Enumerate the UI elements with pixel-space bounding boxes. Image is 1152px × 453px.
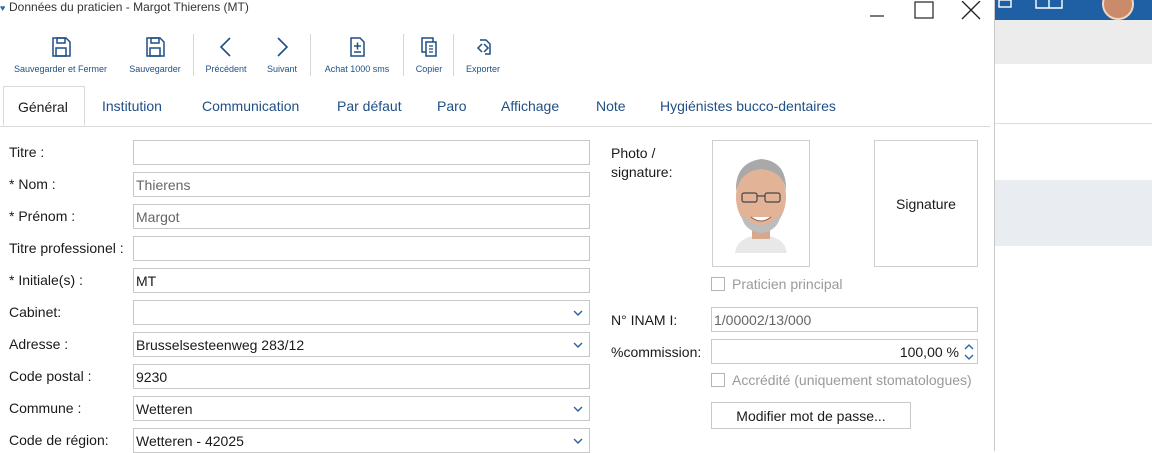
save-button[interactable]: Sauvegarder [124, 34, 186, 78]
signature-label: Signature [896, 195, 956, 212]
close-button[interactable] [948, 0, 994, 22]
toolbar: Sauvegarder et Fermer Sauvegarder Précéd… [0, 30, 994, 80]
nom-field[interactable]: Thierens [133, 172, 590, 197]
toolbar-separator [193, 34, 194, 76]
commission-spinner[interactable]: 100,00 % [711, 339, 978, 364]
save-and-close-button[interactable]: Sauvegarder et Fermer [8, 34, 113, 78]
photo-frame[interactable] [712, 140, 810, 267]
background-divider [994, 123, 1152, 124]
spinner-icon[interactable] [963, 341, 975, 363]
copy-button[interactable]: Copier [409, 34, 449, 78]
maximize-button[interactable] [901, 0, 947, 22]
prenom-label: * Prénom : [9, 208, 76, 224]
commission-label: %commission: [611, 344, 702, 360]
maximize-icon [914, 1, 934, 19]
chevron-down-icon[interactable] [572, 339, 584, 351]
code-region-value: Wetteren - 42025 [136, 432, 244, 449]
practitioner-photo [713, 141, 809, 266]
tab-hygienistes[interactable]: Hygiénistes bucco-dentaires [660, 86, 836, 126]
tab-paro[interactable]: Paro [437, 86, 467, 126]
chevron-right-icon [277, 37, 289, 57]
tab-par-defaut[interactable]: Par défaut [337, 86, 402, 126]
save-and-close-label: Sauvegarder et Fermer [13, 64, 108, 74]
tab-communication[interactable]: Communication [202, 86, 299, 126]
chevron-down-icon[interactable] [572, 307, 584, 319]
sms-document-icon [350, 37, 365, 57]
commune-label: Commune : [9, 400, 82, 416]
inami-field[interactable]: 1/00002/13/000 [711, 307, 978, 332]
chevron-down-icon[interactable] [572, 435, 584, 447]
minimize-icon [870, 15, 884, 17]
prenom-field[interactable]: Margot [133, 204, 590, 229]
tab-bar: Général Institution Communication Par dé… [0, 86, 990, 127]
nom-label: * Nom : [9, 176, 56, 192]
accredite-row[interactable]: Accrédité (uniquement stomatologues) [711, 372, 972, 388]
close-icon [961, 1, 981, 20]
export-icon [476, 39, 491, 55]
toolbar-separator [310, 34, 311, 76]
app-icon: ♥ [0, 3, 6, 13]
background-selected-row [994, 180, 1152, 246]
commune-select[interactable]: Wetteren [133, 396, 590, 421]
buy-sms-button[interactable]: Achat 1000 sms [317, 34, 397, 78]
change-password-button[interactable]: Modifier mot de passe... [711, 402, 911, 429]
commune-value: Wetteren [136, 400, 193, 417]
save-label: Sauvegarder [129, 64, 181, 74]
adresse-value: Brusselsesteenweg 283/12 [136, 336, 305, 353]
monitor-icon [998, 0, 1012, 8]
accredite-checkbox[interactable] [711, 373, 725, 387]
buy-sms-label: Achat 1000 sms [324, 64, 390, 74]
window-title: Données du praticien - Margot Thierens (… [9, 0, 249, 14]
titre-label: Titre : [9, 144, 45, 160]
titre-professionel-label: Titre professionel : [9, 240, 124, 256]
signature-box[interactable]: Signature [874, 140, 978, 267]
export-button[interactable]: Exporter [460, 34, 506, 78]
adresse-select[interactable]: Brusselsesteenweg 283/12 [133, 332, 590, 357]
toolbar-separator [403, 34, 404, 76]
initiales-field[interactable]: MT [133, 268, 590, 293]
titre-professionel-field[interactable] [133, 236, 590, 261]
praticien-principal-label: Praticien principal [732, 276, 843, 292]
copy-icon [421, 37, 437, 57]
accredite-label: Accrédité (uniquement stomatologues) [732, 372, 972, 388]
floppy-icon [146, 37, 165, 57]
tab-general[interactable]: Général [3, 86, 85, 126]
chevron-left-icon [219, 37, 231, 57]
export-label: Exporter [465, 64, 500, 74]
code-region-label: Code de région: [9, 432, 109, 448]
tab-institution[interactable]: Institution [102, 86, 162, 126]
copy-label: Copier [415, 64, 443, 74]
background-app [994, 0, 1152, 451]
commission-value: 100,00 % [899, 343, 959, 360]
background-header-band [994, 20, 1152, 64]
code-region-select[interactable]: Wetteren - 42025 [133, 428, 590, 453]
tab-note[interactable]: Note [596, 86, 626, 126]
next-button[interactable]: Suivant [259, 34, 305, 78]
praticien-principal-checkbox[interactable] [711, 277, 725, 291]
adresse-label: Adresse : [9, 336, 69, 352]
change-password-label: Modifier mot de passe... [736, 407, 886, 424]
code-postal-label: Code postal : [9, 368, 92, 384]
next-label: Suivant [266, 64, 298, 74]
floppy-icon [51, 37, 71, 57]
praticien-principal-row[interactable]: Praticien principal [711, 276, 843, 292]
title-bar: ♥ Données du praticien - Margot Thierens… [0, 0, 994, 22]
code-postal-field[interactable]: 9230 [133, 364, 590, 389]
tab-affichage[interactable]: Affichage [501, 86, 559, 126]
toolbar-separator [453, 34, 454, 76]
previous-button[interactable]: Précédent [200, 34, 252, 78]
previous-label: Précédent [205, 64, 247, 74]
inami-label: N° INAM I: [611, 312, 678, 328]
minimize-button[interactable] [854, 0, 900, 22]
initiales-label: * Initiale(s) : [9, 272, 83, 288]
photo-signature-label: Photo / signature: [611, 145, 673, 180]
titre-field[interactable] [133, 140, 590, 165]
chevron-down-icon[interactable] [572, 403, 584, 415]
cabinet-label: Cabinet: [9, 304, 62, 320]
practitioner-dialog: ♥ Données du praticien - Margot Thierens… [0, 0, 994, 453]
cabinet-select[interactable] [133, 300, 590, 325]
book-icon [1035, 0, 1063, 9]
